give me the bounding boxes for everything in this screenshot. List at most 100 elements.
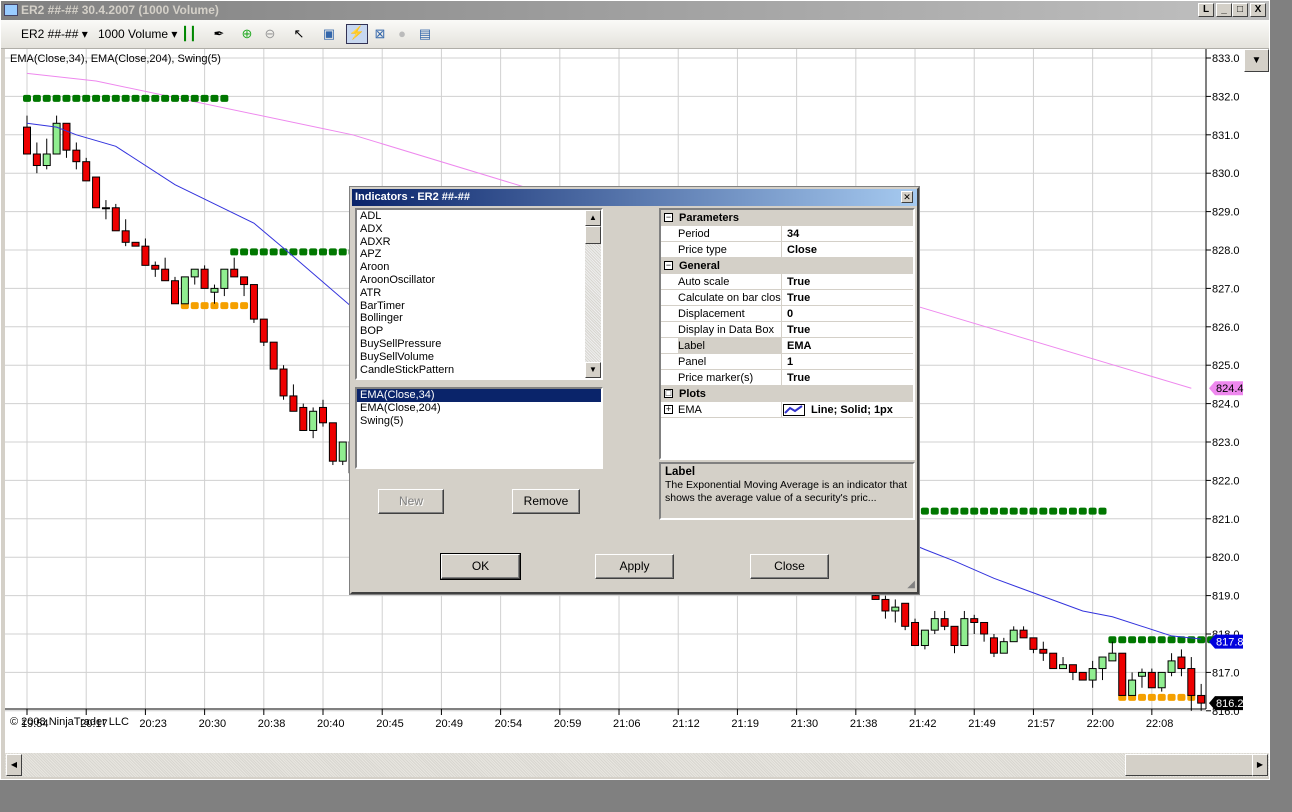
property-value[interactable]: Line; Solid; 1px (811, 402, 893, 418)
scroll-down-button[interactable]: ▼ (585, 362, 601, 378)
candle-body (1137, 671, 1146, 677)
dialog-titlebar[interactable]: Indicators - ER2 ##-## (352, 189, 917, 206)
collapse-icon[interactable]: − (664, 261, 673, 270)
dialog-close-icon[interactable]: ✕ (901, 191, 913, 203)
close-button[interactable]: X (1250, 3, 1266, 17)
candle-body (989, 637, 998, 654)
property-row[interactable]: Display in Data Box True (661, 322, 913, 338)
link-button[interactable]: L (1198, 3, 1214, 17)
applied-indicator-item[interactable]: Swing(5) (357, 415, 601, 428)
new-button[interactable]: New (378, 489, 444, 514)
indicator-list-item[interactable]: BuySellVolume (357, 351, 601, 364)
category-parameters[interactable]: − Parameters (661, 210, 913, 226)
property-row[interactable]: + EMA Line; Solid; 1px (661, 402, 913, 418)
price-label: 825.0 (1212, 360, 1240, 372)
applied-indicator-item[interactable]: EMA(Close,34) (357, 389, 601, 402)
candle-body (131, 241, 140, 247)
scroll-thumb[interactable] (1125, 754, 1253, 776)
property-value[interactable]: True (787, 290, 810, 306)
scroll-right-button[interactable]: ▶ (1252, 754, 1268, 776)
indicator-list-item[interactable]: Bollinger (357, 312, 601, 325)
indicator-list-item[interactable]: APZ (357, 248, 601, 261)
property-value[interactable]: True (787, 322, 810, 338)
property-row[interactable]: Price type Close (661, 242, 913, 258)
strategies-icon[interactable]: ⊠ (372, 26, 388, 42)
swing-high-dot (1078, 507, 1087, 515)
candle-body (101, 207, 110, 210)
property-grid[interactable]: − Parameters Period 34 Price type Close − Gener… (659, 208, 915, 460)
property-value[interactable]: Close (787, 242, 817, 258)
indicator-list-item[interactable]: ADX (357, 223, 601, 236)
collapse-icon[interactable]: − (664, 213, 673, 222)
scroll-left-button[interactable]: ◀ (6, 754, 22, 776)
interval-dropdown[interactable]: 1000 Volume ▾ (98, 27, 177, 41)
indicator-list-item[interactable]: BOP (357, 325, 601, 338)
indicators-dialog: Indicators - ER2 ##-## ✕ ADL ADX ADXR APZ Ar… (349, 186, 920, 595)
property-value[interactable]: True (787, 370, 810, 386)
candle-body (980, 621, 989, 635)
cursor-icon[interactable]: ↖ (291, 26, 307, 42)
indicator-list-item[interactable]: ADL (357, 210, 601, 223)
expand-icon[interactable]: + (664, 405, 673, 414)
property-value[interactable]: EMA (787, 338, 811, 354)
scroll-up-button[interactable]: ▲ (585, 210, 601, 226)
apply-button[interactable]: Apply (595, 554, 674, 579)
list-scroll-thumb[interactable] (585, 226, 601, 244)
swing-high-dot (52, 94, 61, 102)
indicator-list-item[interactable]: CandleStickPattern (357, 364, 601, 377)
candle-body (999, 641, 1008, 654)
table-icon[interactable]: ▤ (417, 26, 433, 42)
category-label: Plots (679, 388, 706, 400)
category-plots[interactable]: □ Plots (661, 386, 913, 402)
data-box-icon[interactable]: ▣ (321, 26, 337, 42)
property-row[interactable]: Label EMA (661, 338, 913, 354)
properties-icon[interactable]: ● (394, 26, 410, 42)
indicator-list-item[interactable]: BuySellPressure (357, 338, 601, 351)
chart-menu-button[interactable]: ▼ (1244, 49, 1269, 72)
instrument-dropdown[interactable]: ER2 ##-## ▾ (21, 27, 88, 41)
copyright: © 2008 NinjaTrader LLC (10, 716, 129, 728)
remove-button[interactable]: Remove (512, 489, 580, 514)
bar-style-icon[interactable]: ┃┃ (181, 26, 197, 42)
property-value[interactable]: True (787, 274, 810, 290)
zoom-out-icon[interactable]: ⊖ (262, 26, 278, 42)
collapse-icon[interactable]: □ (664, 389, 673, 398)
property-row[interactable]: Calculate on bar close True (661, 290, 913, 306)
property-row[interactable]: Period 34 (661, 226, 913, 242)
draw-pen-icon[interactable]: ✒ (211, 26, 227, 42)
property-row[interactable]: Panel 1 (661, 354, 913, 370)
candle-body (190, 268, 199, 278)
property-row[interactable]: Auto scale True (661, 274, 913, 290)
swing-high-dot (72, 94, 81, 102)
swing-low-dot (240, 302, 249, 310)
swing-high-dot (1137, 636, 1146, 644)
indicator-list-item[interactable]: Aroon (357, 261, 601, 274)
minimize-button[interactable]: _ (1216, 3, 1232, 17)
indicator-list-item[interactable]: BarTimer (357, 300, 601, 313)
candle-body (32, 153, 41, 167)
ok-button[interactable]: OK (440, 553, 521, 580)
candle-body (111, 207, 120, 232)
applied-indicator-item[interactable]: EMA(Close,204) (357, 402, 601, 415)
indicators-icon[interactable]: ⚡ (346, 24, 368, 44)
maximize-button[interactable]: □ (1232, 3, 1248, 17)
property-value[interactable]: 1 (787, 354, 793, 370)
list-scrollbar[interactable]: ▲ ▼ (585, 210, 601, 378)
property-value[interactable]: 34 (787, 226, 799, 242)
available-indicators-list[interactable]: ADL ADX ADXR APZ Aroon AroonOscillator ATR BarT… (355, 208, 603, 380)
property-value[interactable]: 0 (787, 306, 793, 322)
close-dialog-button[interactable]: Close (750, 554, 829, 579)
resize-grip-icon[interactable]: ◢ (907, 579, 915, 590)
window-titlebar[interactable]: ER2 ##-## 30.4.2007 (1000 Volume) L _ □ … (1, 1, 1269, 20)
zoom-in-icon[interactable]: ⊕ (239, 26, 255, 42)
property-row[interactable]: Displacement 0 (661, 306, 913, 322)
candle-body (309, 410, 318, 431)
indicator-list-item[interactable]: ATR (357, 287, 601, 300)
horizontal-scrollbar[interactable]: ◀ ▶ (5, 753, 1269, 777)
property-row[interactable]: Price marker(s) True (661, 370, 913, 386)
category-general[interactable]: − General (661, 258, 913, 274)
candle-body (1147, 671, 1156, 689)
indicator-list-item[interactable]: ADXR (357, 236, 601, 249)
indicator-list-item[interactable]: AroonOscillator (357, 274, 601, 287)
applied-indicators-list[interactable]: EMA(Close,34) EMA(Close,204) Swing(5) (355, 387, 603, 469)
